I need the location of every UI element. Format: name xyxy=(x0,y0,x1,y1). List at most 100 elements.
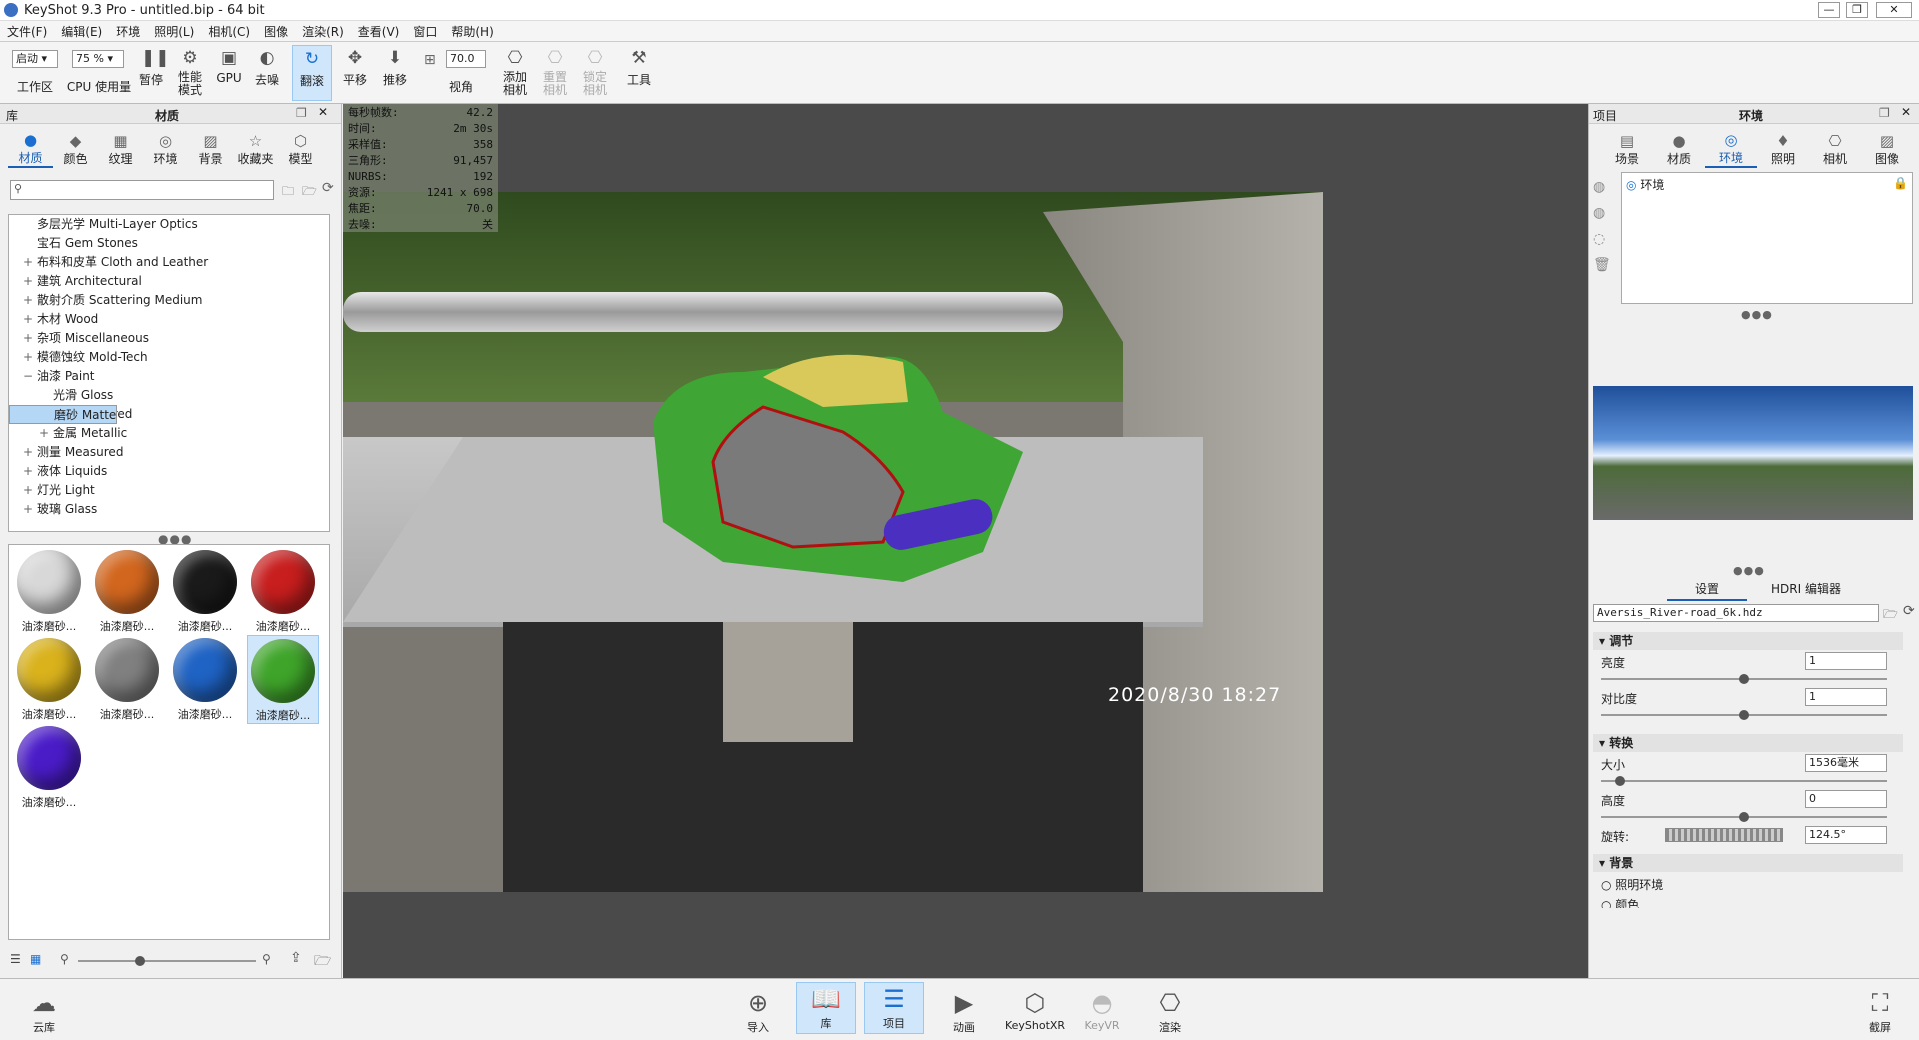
cpu-usage-select[interactable]: 75 % ▾ xyxy=(72,50,124,68)
trash-icon[interactable]: 🗑 xyxy=(1593,252,1611,278)
tree-item[interactable]: + 测量 Measured xyxy=(9,443,329,462)
tree-item[interactable]: 宝石 Gem Stones xyxy=(9,234,329,253)
animation-button[interactable]: ▶ 动画 xyxy=(934,987,994,1035)
tree-item[interactable]: + 散射介质 Scattering Medium xyxy=(9,291,329,310)
folder-icon[interactable]: 🗁 xyxy=(302,182,317,203)
grid-view-icon[interactable]: ▦ xyxy=(30,952,41,966)
lock-camera-button[interactable]: ⎔ 锁定相机 xyxy=(578,48,612,97)
tree-item[interactable]: 多层光学 Multi-Layer Optics xyxy=(9,215,329,234)
tree-item[interactable]: + 建筑 Architectural xyxy=(9,272,329,291)
splitter-handle[interactable]: ●●● xyxy=(1733,564,1765,577)
lock-icon[interactable]: 🔒 xyxy=(1893,176,1908,190)
brightness-slider[interactable] xyxy=(1601,674,1887,684)
tree-item[interactable]: 磨砂 Matte xyxy=(9,405,118,424)
env-add-icon[interactable]: ◍ xyxy=(1593,174,1611,200)
fov-input[interactable]: 70.0 xyxy=(446,50,486,68)
tab-material[interactable]: ● 材质 xyxy=(1653,126,1705,167)
environment-list-item[interactable]: ◎ 环境 🔒 xyxy=(1622,173,1912,196)
keyvr-button[interactable]: ◓ KeyVR xyxy=(1072,987,1132,1032)
add-camera-button[interactable]: ⎔ 添加相机 xyxy=(498,48,532,97)
tree-expander-icon[interactable]: + xyxy=(23,253,37,272)
material-thumbnail[interactable]: 油漆磨砂... xyxy=(13,547,85,634)
keyshotxr-button[interactable]: ⬡ KeyShotXR xyxy=(1002,987,1068,1032)
menu-help[interactable]: 帮助(H) xyxy=(444,23,500,40)
menu-file[interactable]: 文件(F) xyxy=(0,23,54,40)
tree-expander-icon[interactable]: + xyxy=(23,443,37,462)
menu-render[interactable]: 渲染(R) xyxy=(295,23,351,40)
screenshot-button[interactable]: ⛶ 截屏 xyxy=(1850,987,1910,1035)
subtab-settings[interactable]: 设置 xyxy=(1667,580,1747,601)
render-viewport[interactable]: 每秒帧数: 42.2 时间: 2m 30s 采样值: 358 三角形: 91,457 NURBS… xyxy=(343,104,1588,978)
tree-item[interactable]: + 木材 Wood xyxy=(9,310,329,329)
zoom-in-icon[interactable]: ⚲ xyxy=(262,952,271,966)
tree-expander-icon[interactable]: + xyxy=(23,310,37,329)
tree-expander-icon[interactable]: + xyxy=(23,291,37,310)
tab-environment[interactable]: ◎ 环境 xyxy=(1705,125,1757,168)
tab-materials[interactable]: ● 材质 xyxy=(8,125,53,168)
slider-knob[interactable] xyxy=(135,956,145,966)
material-thumbnail[interactable]: 油漆磨砂... xyxy=(13,635,85,722)
float-panel-icon[interactable]: ❐ xyxy=(296,106,307,120)
tree-item[interactable]: + 杂项 Miscellaneous xyxy=(9,329,329,348)
contrast-slider[interactable] xyxy=(1601,710,1887,720)
close-panel-icon[interactable]: ✕ xyxy=(318,105,328,119)
slider-knob[interactable] xyxy=(1739,812,1749,822)
tree-expander-icon[interactable]: + xyxy=(23,481,37,500)
material-thumbnail[interactable]: 油漆磨砂... xyxy=(247,635,319,724)
menu-edit[interactable]: 编辑(E) xyxy=(54,23,109,40)
tree-expander-icon[interactable]: + xyxy=(23,500,37,519)
rotation-jog-wheel[interactable] xyxy=(1665,828,1783,842)
tree-expander-icon[interactable]: + xyxy=(39,424,53,443)
tree-item[interactable]: + 金属 Metallic xyxy=(9,424,329,443)
tree-expander-icon[interactable]: + xyxy=(23,272,37,291)
pan-button[interactable]: ✥ 平移 xyxy=(338,48,372,88)
minimize-button[interactable]: — xyxy=(1818,2,1840,18)
tools-button[interactable]: ⚒ 工具 xyxy=(622,48,656,88)
tab-models[interactable]: ⬡ 模型 xyxy=(278,126,323,167)
tab-textures[interactable]: ▦ 纹理 xyxy=(98,126,143,167)
import-button[interactable]: ⊕ 导入 xyxy=(728,987,788,1035)
tree-item[interactable]: + 灯光 Light xyxy=(9,481,329,500)
reset-icon[interactable]: ⟳ xyxy=(1903,603,1915,619)
background-section-header[interactable]: ▾ 背景 xyxy=(1593,854,1903,872)
menu-lighting[interactable]: 照明(L) xyxy=(147,23,201,40)
tab-camera[interactable]: ⎔ 相机 xyxy=(1809,126,1861,167)
tree-item[interactable]: + 液体 Liquids xyxy=(9,462,329,481)
brightness-input[interactable]: 1 xyxy=(1805,652,1887,670)
upload-icon[interactable]: ⇪ xyxy=(290,950,302,966)
tree-item[interactable]: + 布料和皮革 Cloth and Leather xyxy=(9,253,329,272)
pause-button[interactable]: ❚❚ 暂停 xyxy=(134,48,170,88)
slider-knob[interactable] xyxy=(1739,710,1749,720)
import-folder-icon[interactable]: 🗁 xyxy=(314,950,331,974)
env-duplicate-icon[interactable]: ◍ xyxy=(1593,200,1611,226)
tab-colors[interactable]: ◆ 颜色 xyxy=(53,126,98,167)
refresh-icon[interactable]: ⟳ xyxy=(322,180,334,196)
slider-knob[interactable] xyxy=(1739,674,1749,684)
menu-window[interactable]: 窗口 xyxy=(406,23,444,40)
size-input[interactable]: 1536毫米 xyxy=(1805,754,1887,772)
library-button[interactable]: 📖 库 xyxy=(796,982,856,1034)
denoise-button[interactable]: ◐ 去噪 xyxy=(250,48,284,88)
tumble-button[interactable]: ↻ 翻滚 xyxy=(292,45,332,101)
tab-scene[interactable]: ▤ 场景 xyxy=(1601,126,1653,167)
adjust-section-header[interactable]: ▾ 调节 xyxy=(1593,632,1903,650)
reset-camera-button[interactable]: ⎔ 重置相机 xyxy=(538,48,572,97)
folder-icon[interactable]: 🗁 xyxy=(1883,605,1898,626)
tree-expander-icon[interactable]: + xyxy=(23,329,37,348)
material-thumbnail[interactable]: 油漆磨砂... xyxy=(91,547,163,634)
project-button[interactable]: ☰ 项目 xyxy=(864,982,924,1034)
workspace-select[interactable]: 启动 ▾ xyxy=(12,50,58,68)
material-thumbnail[interactable]: 油漆磨砂... xyxy=(91,635,163,722)
render-button[interactable]: ⎔ 渲染 xyxy=(1140,987,1200,1035)
dolly-button[interactable]: ⬇ 推移 xyxy=(378,48,412,88)
menu-view[interactable]: 查看(V) xyxy=(351,23,407,40)
menu-image[interactable]: 图像 xyxy=(257,23,295,40)
folder-add-icon[interactable]: 🗀 xyxy=(282,182,294,203)
tree-item[interactable]: − 油漆 Paint xyxy=(9,367,329,386)
library-search-input[interactable]: ⚲ xyxy=(10,180,274,200)
tab-image[interactable]: ▨ 图像 xyxy=(1861,126,1913,167)
material-thumbnail[interactable]: 油漆磨砂... xyxy=(169,635,241,722)
tree-item[interactable]: + 玻璃 Glass xyxy=(9,500,329,519)
tab-environments[interactable]: ◎ 环境 xyxy=(143,126,188,167)
material-thumbnail[interactable]: 油漆磨砂... xyxy=(247,547,319,634)
